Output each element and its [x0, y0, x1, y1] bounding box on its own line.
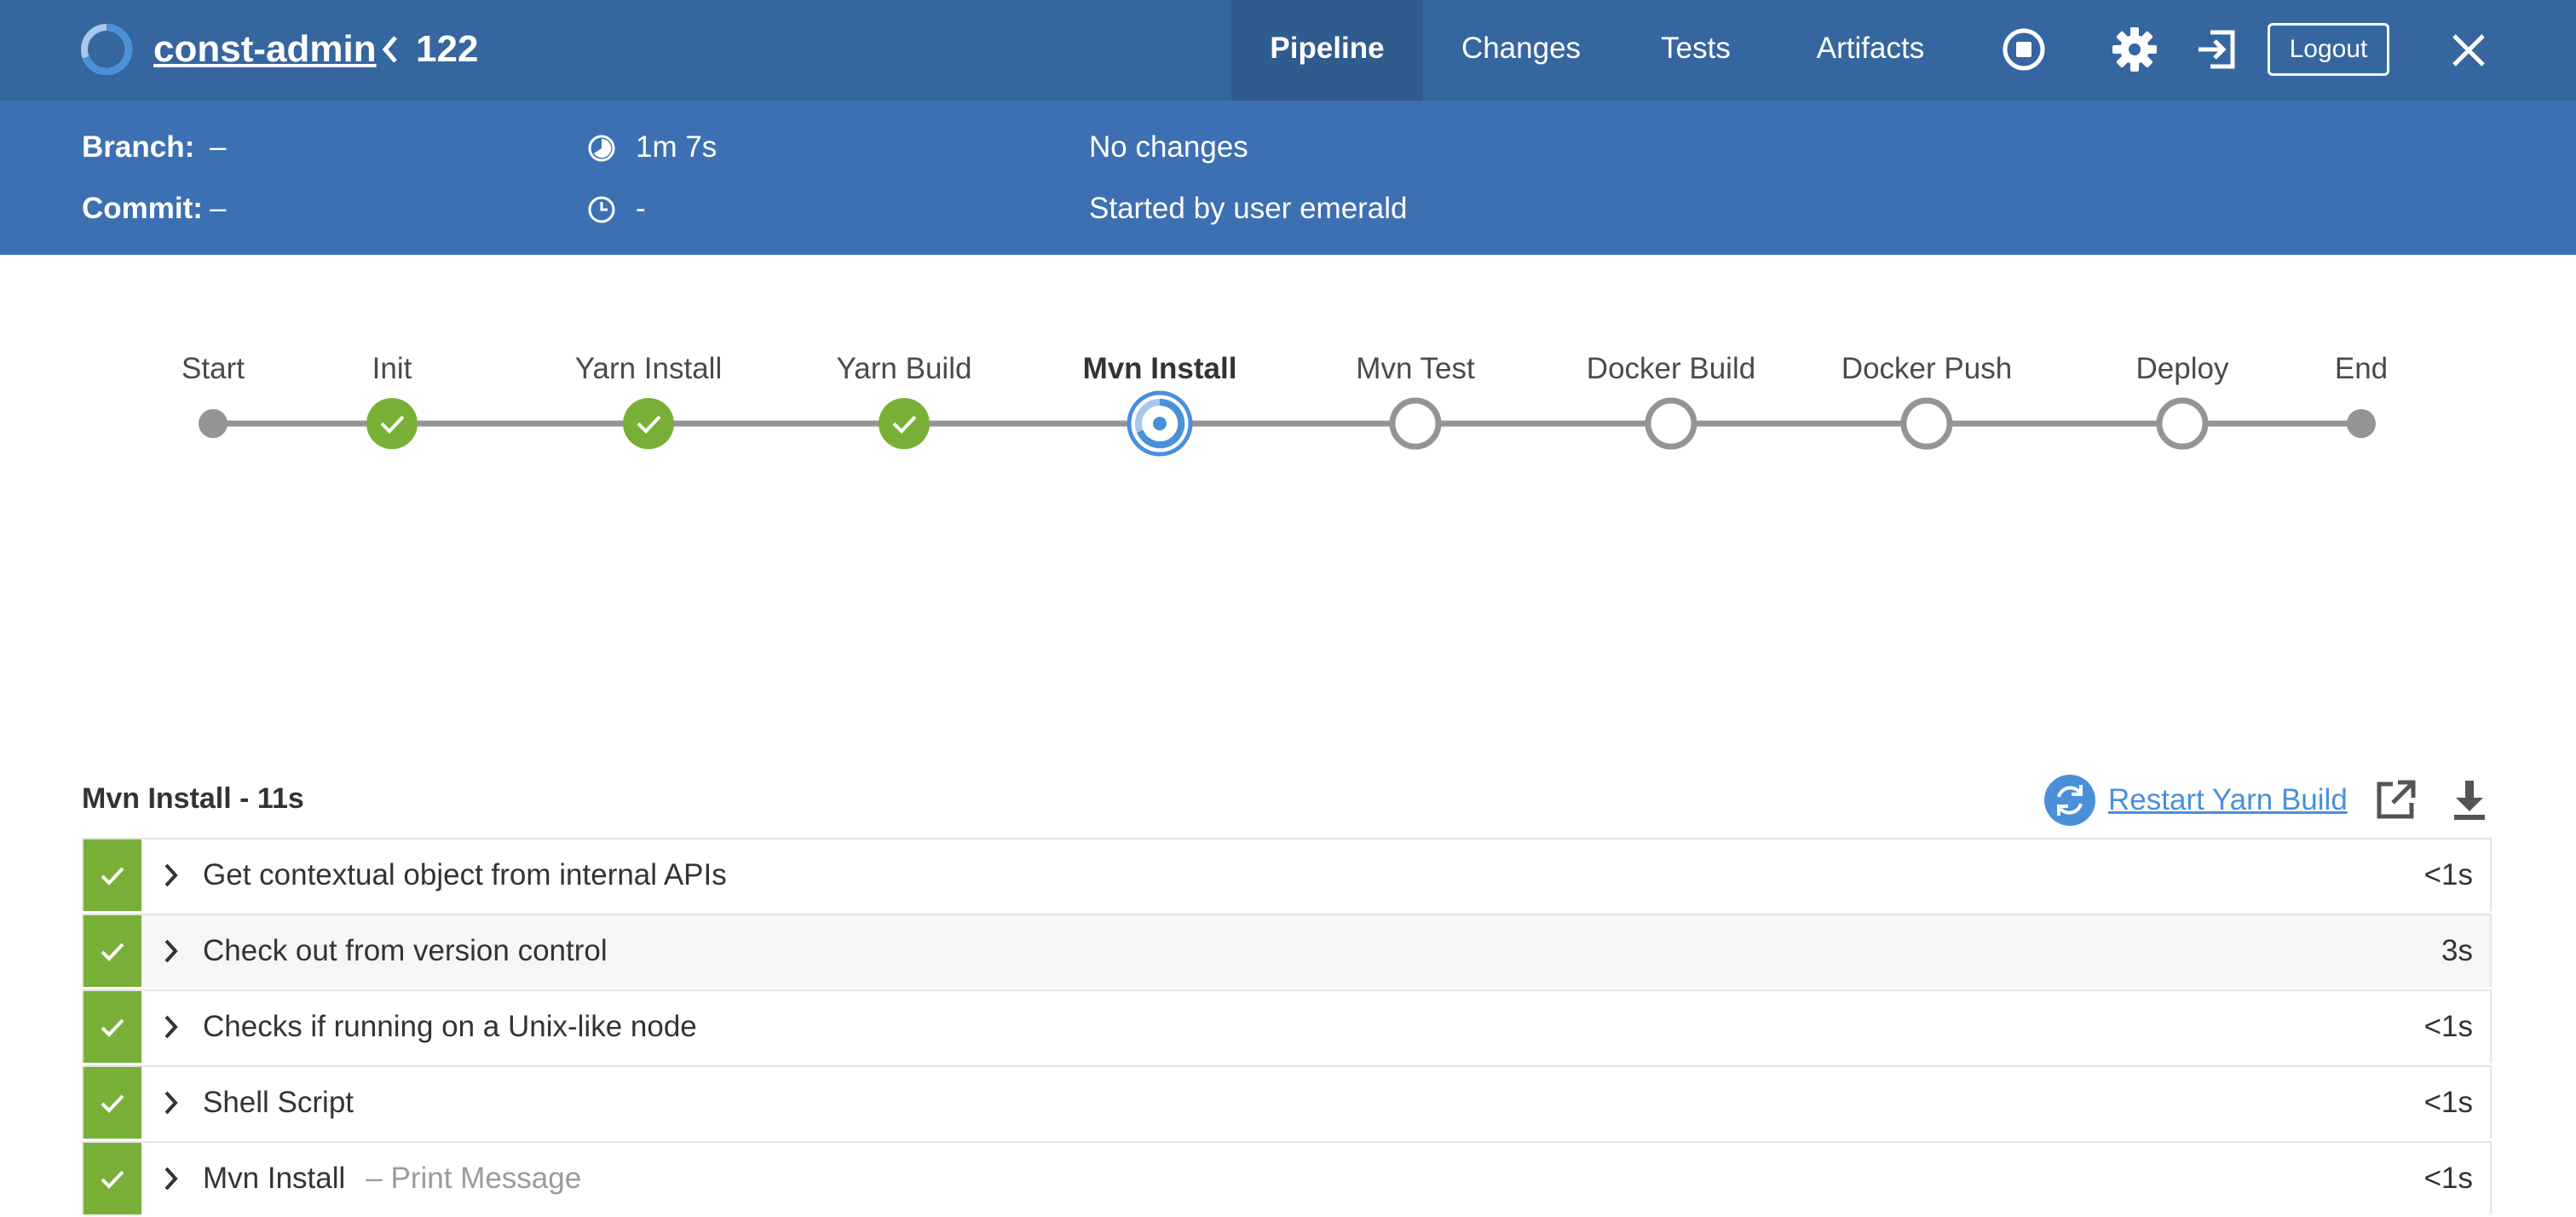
tab-artifacts[interactable]: Artifacts	[1798, 0, 1943, 101]
step-row[interactable]: Shell Script <1s	[82, 1065, 2492, 1139]
duration-value: 1m 7s	[636, 130, 717, 164]
stage-node-mvn-install[interactable]	[1127, 390, 1193, 457]
chevron-right-icon[interactable]	[162, 1165, 181, 1192]
check-icon	[101, 943, 124, 961]
chevron-right-icon[interactable]	[162, 1089, 181, 1116]
step-row[interactable]: Checks if running on a Unix-like node <1s	[82, 989, 2492, 1063]
check-icon	[101, 1094, 124, 1113]
commit-label: Commit:	[82, 192, 203, 225]
started-value: -	[636, 192, 646, 225]
changes-summary: No changes	[1089, 130, 1248, 164]
step-row[interactable]: Mvn Install – Print Message <1s	[82, 1141, 2492, 1214]
step-duration: 3s	[2441, 934, 2473, 967]
branch-label: Branch:	[82, 130, 195, 164]
check-icon	[101, 1170, 124, 1189]
stage-steps-title: Mvn Install - 11s	[82, 782, 304, 815]
exit-icon[interactable]	[2195, 27, 2239, 72]
step-name: Checks if running on a Unix-like node	[203, 1010, 697, 1043]
step-status-success	[84, 1067, 141, 1139]
stage-node-docker-build[interactable]	[1645, 397, 1697, 450]
restart-icon	[2044, 775, 2095, 826]
stage-node-yarn-install[interactable]	[623, 398, 674, 449]
stage-node-mvn-test[interactable]	[1389, 397, 1442, 450]
chevron-right-icon[interactable]	[162, 1013, 181, 1041]
stop-icon[interactable]	[2002, 27, 2046, 72]
step-row[interactable]: Get contextual object from internal APIs…	[82, 838, 2492, 911]
step-status-success	[84, 991, 141, 1063]
step-status-success	[84, 839, 141, 911]
run-details-bar: Branch: – Commit: – 1m 7s - No changes S…	[0, 101, 2576, 255]
check-icon	[101, 867, 124, 885]
download-icon[interactable]	[2449, 777, 2490, 822]
step-row[interactable]: Check out from version control 3s	[82, 914, 2492, 987]
step-duration: <1s	[2423, 1010, 2473, 1043]
tab-pipeline[interactable]: Pipeline	[1231, 0, 1423, 101]
branch-value: –	[210, 130, 227, 164]
tab-changes[interactable]: Changes	[1449, 0, 1593, 101]
close-icon[interactable]	[2451, 32, 2487, 68]
clock-icon	[588, 196, 615, 223]
commit-value: –	[210, 192, 227, 225]
run-status-icon	[81, 23, 133, 75]
tab-tests[interactable]: Tests	[1645, 0, 1747, 101]
step-name: Shell Script	[203, 1086, 354, 1119]
stage-node-docker-push[interactable]	[1900, 397, 1953, 450]
stage-node-init[interactable]	[366, 398, 418, 449]
stage-node-end	[2347, 409, 2376, 438]
step-status-success	[84, 1143, 141, 1214]
stage-node-start	[199, 409, 228, 438]
logout-button[interactable]: Logout	[2268, 23, 2389, 76]
stage-node-deploy[interactable]	[2156, 397, 2209, 450]
stage-node-yarn-build[interactable]	[879, 398, 930, 449]
step-duration: <1s	[2423, 1086, 2473, 1119]
gear-icon[interactable]	[2111, 26, 2158, 73]
chevron-right-icon[interactable]	[162, 862, 181, 889]
run-number: 122	[416, 28, 479, 70]
pipeline-graph	[199, 390, 2376, 457]
duration-icon	[588, 135, 615, 162]
chevron-right-icon[interactable]	[162, 937, 181, 965]
step-list: Get contextual object from internal APIs…	[82, 838, 2492, 1217]
open-external-icon[interactable]	[2374, 777, 2418, 822]
top-bar: const-admin 122 Pipeline Changes Tests A…	[0, 0, 2576, 101]
check-icon	[101, 1018, 124, 1037]
chevron-left-icon	[382, 36, 397, 63]
step-duration: <1s	[2423, 858, 2473, 891]
step-duration: <1s	[2423, 1162, 2473, 1195]
step-name: Check out from version control	[203, 934, 608, 967]
step-subtitle: – Print Message	[366, 1162, 582, 1195]
restart-link[interactable]: Restart Yarn Build	[2108, 779, 2348, 822]
started-by: Started by user emerald	[1089, 192, 1408, 225]
step-name: Get contextual object from internal APIs	[203, 858, 727, 891]
project-link[interactable]: const-admin	[153, 22, 377, 77]
step-name: Mvn Install – Print Message	[203, 1162, 582, 1195]
step-status-success	[84, 915, 141, 987]
